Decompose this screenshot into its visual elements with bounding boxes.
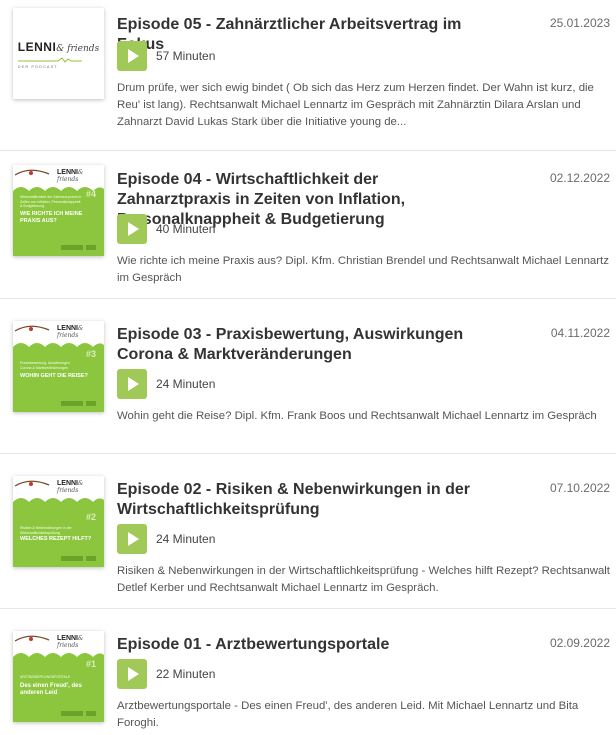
episode-cover-image[interactable]: LENNI& friends #3 Praxisbewertung, Auswi… bbox=[13, 321, 104, 412]
cover-headline: WELCHES REZEPT HILFT? bbox=[20, 536, 92, 542]
episode-player: 22 Minuten bbox=[117, 659, 215, 689]
episode-item: LENNI& friends #1 ARZTBEWERTUNGSPORTALE … bbox=[0, 609, 616, 735]
cover-top-area: LENNI& friends bbox=[13, 476, 104, 502]
episode-duration: 57 Minuten bbox=[156, 49, 216, 63]
episode-duration: 24 Minuten bbox=[156, 532, 216, 546]
cover-headline: WOHIN GEHT DIE REISE? bbox=[20, 373, 88, 379]
cover-episode-number: #2 bbox=[85, 512, 96, 522]
logo-subtitle: DER PODCAST bbox=[17, 64, 58, 69]
cover-subtitle: Praxisbewertung, Auswirkungen Corona & M… bbox=[20, 361, 70, 370]
logo-name: LENNI bbox=[17, 40, 57, 54]
cover-logo: LENNI& friends bbox=[57, 480, 104, 494]
play-button[interactable] bbox=[117, 214, 147, 244]
episode-title[interactable]: Episode 02 - Risiken & Nebenwirkungen in… bbox=[117, 480, 492, 520]
episode-date: 07.10.2022 bbox=[549, 481, 610, 495]
cover-episode-number: #4 bbox=[85, 189, 96, 199]
episode-item: LENNI& friends #3 Praxisbewertung, Auswi… bbox=[0, 299, 616, 454]
episode-cover-image[interactable]: LENNI& friends #4 Wirtschaftlichkeit der… bbox=[13, 165, 104, 256]
episode-duration: 40 Minuten bbox=[156, 222, 216, 236]
podcast-logo: LENNI& friends DER PODCAST bbox=[17, 38, 100, 69]
episode-cover-image[interactable]: LENNI& friends DER PODCAST bbox=[13, 8, 104, 99]
heartbeat-line-icon bbox=[17, 57, 82, 63]
cover-footer-bar bbox=[86, 401, 96, 406]
episode-date: 25.01.2023 bbox=[549, 16, 610, 30]
cover-logo-name: LENNI bbox=[57, 635, 78, 642]
episode-description: Drum prüfe, wer sich ewig bindet ( Ob si… bbox=[117, 82, 594, 128]
episode-description: Arztbewertungsportale - Des einen Freud'… bbox=[117, 700, 579, 729]
cover-headline: WIE RICHTE ICH MEINE PRAXIS AUS? bbox=[20, 211, 83, 224]
play-button[interactable] bbox=[117, 524, 147, 554]
cover-subtitle: Risiken & Nebenwirkungen in der Wirtscha… bbox=[20, 526, 72, 535]
cover-logo-name: LENNI bbox=[57, 325, 78, 332]
cover-footer-bar bbox=[61, 245, 83, 250]
episode-player: 40 Minuten bbox=[117, 214, 215, 244]
cover-logo: LENNI& friends bbox=[57, 325, 104, 339]
cover-logo: LENNI& friends bbox=[57, 169, 104, 183]
episode-player: 24 Minuten bbox=[117, 369, 215, 399]
cover-top-area: LENNI& friends bbox=[13, 321, 104, 347]
episode-cover-image[interactable]: LENNI& friends #1 ARZTBEWERTUNGSPORTALE … bbox=[13, 631, 104, 722]
episode-date: 02.12.2022 bbox=[549, 171, 610, 185]
cover-logo-name: LENNI bbox=[57, 480, 78, 487]
episode-item: LENNI& friends DER PODCAST Episode 05 - … bbox=[0, 0, 616, 151]
episode-list: LENNI& friends DER PODCAST Episode 05 - … bbox=[0, 0, 616, 735]
episode-date: 02.09.2022 bbox=[549, 636, 610, 650]
cover-footer-bar bbox=[61, 711, 83, 716]
cover-logo: LENNI& friends bbox=[57, 635, 104, 649]
episode-item: LENNI& friends #4 Wirtschaftlichkeit der… bbox=[0, 151, 616, 299]
cover-episode-number: #1 bbox=[85, 659, 96, 669]
episode-cover-image[interactable]: LENNI& friends #2 Risiken & Nebenwirkung… bbox=[13, 476, 104, 567]
play-button[interactable] bbox=[117, 659, 147, 689]
cover-logo-name: LENNI bbox=[57, 169, 78, 176]
cover-footer-bar bbox=[86, 556, 96, 561]
episode-title[interactable]: Episode 01 - Arztbewertungsportale bbox=[117, 635, 492, 655]
episode-item: LENNI& friends #2 Risiken & Nebenwirkung… bbox=[0, 454, 616, 609]
cover-episode-number: #3 bbox=[85, 349, 96, 359]
cover-footer-bar bbox=[86, 245, 96, 250]
episode-title[interactable]: Episode 03 - Praxisbewertung, Auswirkung… bbox=[117, 325, 492, 365]
cover-footer-bar bbox=[61, 401, 83, 406]
episode-date: 04.11.2022 bbox=[550, 326, 610, 340]
episode-description: Wie richte ich meine Praxis aus? Dipl. K… bbox=[117, 255, 609, 284]
cover-top-area: LENNI& friends bbox=[13, 165, 104, 191]
episode-description: Risiken & Nebenwirkungen in der Wirtscha… bbox=[117, 565, 610, 594]
episode-player: 24 Minuten bbox=[117, 524, 215, 554]
episode-description: Wohin geht die Reise? Dipl. Kfm. Frank B… bbox=[117, 410, 597, 422]
cover-footer-bar bbox=[61, 556, 83, 561]
episode-duration: 24 Minuten bbox=[156, 377, 216, 391]
episode-duration: 22 Minuten bbox=[156, 667, 216, 681]
cover-headline: Des einen Freud', des anderen Leid bbox=[20, 683, 82, 696]
cover-subtitle: ARZTBEWERTUNGSPORTALE bbox=[20, 675, 71, 679]
play-button[interactable] bbox=[117, 369, 147, 399]
cover-footer-bar bbox=[86, 711, 96, 716]
cover-subtitle: Wirtschaftlichkeit der Zahnarzt-praxis i… bbox=[20, 195, 82, 208]
cover-top-area: LENNI& friends bbox=[13, 631, 104, 657]
play-button[interactable] bbox=[117, 41, 147, 71]
episode-player: 57 Minuten bbox=[117, 41, 215, 71]
logo-friends: & friends bbox=[56, 44, 100, 54]
